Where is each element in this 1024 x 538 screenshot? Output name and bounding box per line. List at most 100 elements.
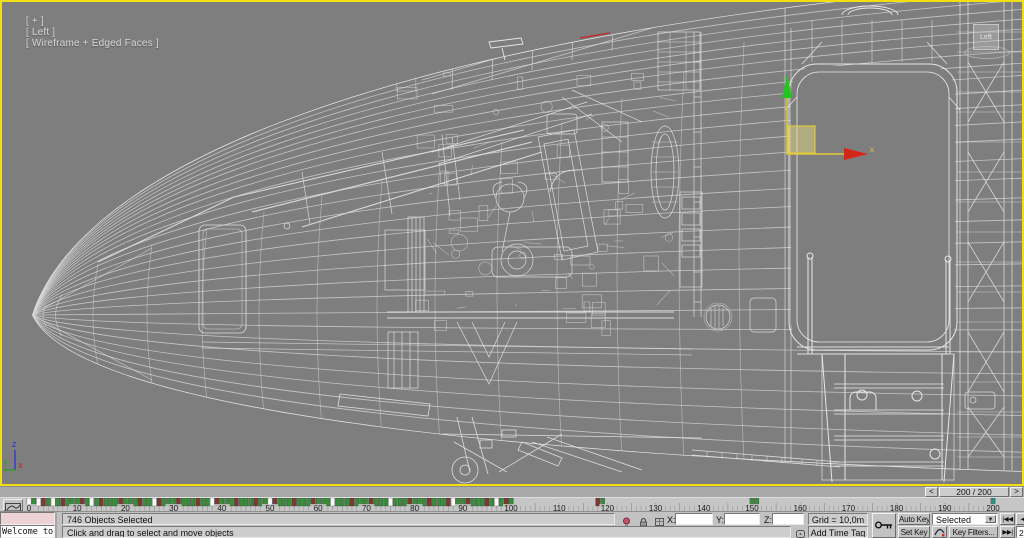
z-coord-input[interactable] (772, 513, 804, 525)
track-bar-key[interactable] (191, 498, 195, 506)
viewport-shading-menu[interactable]: [ Wireframe + Edged Faces ] (26, 38, 159, 49)
track-bar-key[interactable] (345, 498, 349, 506)
track-bar-key[interactable] (388, 498, 392, 506)
time-slider-prev-button[interactable]: < (925, 487, 938, 497)
viewport-general-menu[interactable]: [ + ] (26, 16, 44, 27)
track-bar-key[interactable] (437, 498, 441, 506)
viewcube-face[interactable]: Left (973, 24, 999, 50)
track-bar-key[interactable] (94, 498, 98, 506)
track-bar-key[interactable] (181, 498, 185, 506)
track-bar-key[interactable] (475, 498, 479, 506)
track-bar-key[interactable] (384, 498, 388, 506)
track-bar-key[interactable] (152, 498, 156, 506)
track-bar-key[interactable] (374, 498, 378, 506)
track-bar-key[interactable] (244, 498, 248, 506)
default-tangent-button[interactable] (932, 526, 947, 538)
track-bar-key[interactable] (350, 498, 354, 506)
track-bar-key[interactable] (306, 498, 310, 506)
track-bar-key[interactable] (109, 498, 113, 506)
track-bar-key[interactable] (253, 498, 257, 506)
track-bar-key[interactable] (249, 498, 253, 506)
track-bar-key[interactable] (258, 498, 262, 506)
track-bar-key[interactable] (451, 498, 455, 506)
track-bar-key[interactable] (46, 498, 50, 506)
track-bar-key[interactable] (480, 498, 484, 506)
go-to-end-button[interactable]: ▶▶| (1000, 526, 1015, 538)
add-time-tag[interactable]: Add Time Tag (808, 526, 868, 538)
track-bar-key[interactable] (302, 498, 306, 506)
track-bar-key[interactable] (37, 498, 41, 506)
track-bar-key[interactable] (326, 498, 330, 506)
track-bar-key[interactable] (355, 498, 359, 506)
track-bar-key[interactable] (85, 498, 89, 506)
track-bar-key[interactable] (210, 498, 214, 506)
track-bar-key[interactable] (65, 498, 69, 506)
current-frame-field[interactable]: 2 (1016, 526, 1024, 538)
viewcube[interactable]: Left (964, 22, 1010, 64)
track-bar-key[interactable] (292, 498, 296, 506)
track-bar-key[interactable] (393, 498, 397, 506)
track-bar-key[interactable] (499, 498, 503, 506)
time-slider-button[interactable]: 200 / 200 (939, 487, 1009, 497)
track-bar-key[interactable] (335, 498, 339, 506)
track-bar-key[interactable] (157, 498, 161, 506)
track-bar-key[interactable] (485, 498, 489, 506)
track-bar-key[interactable] (147, 498, 151, 506)
chevron-down-icon[interactable]: ▼ (985, 515, 996, 523)
track-bar-key[interactable] (229, 498, 233, 506)
viewport-left[interactable]: xZYX [ + ] [ Left ] [ Wireframe + Edged … (0, 0, 1024, 486)
set-key-button[interactable]: Set Key (898, 526, 930, 538)
go-to-start-button[interactable]: |◀◀ (1000, 513, 1015, 525)
track-bar-key[interactable] (494, 498, 498, 506)
track-bar-key[interactable] (278, 498, 282, 506)
y-coord-input[interactable] (724, 513, 760, 525)
track-bar-key[interactable] (403, 498, 407, 506)
track-bar-key[interactable] (104, 498, 108, 506)
track-bar-key[interactable] (51, 498, 55, 506)
track-bar-key[interactable] (446, 498, 450, 506)
track-bar-key[interactable] (239, 498, 243, 506)
track-bar-key[interactable] (282, 498, 286, 506)
track-bar-key[interactable] (297, 498, 301, 506)
track-bar-key[interactable] (234, 498, 238, 506)
maxscript-mini-listener[interactable]: Welcome to M (0, 512, 57, 538)
track-bar-key[interactable] (331, 498, 335, 506)
selection-set-dropdown[interactable]: Selected ▼ (932, 513, 998, 525)
set-key-mode-button[interactable] (872, 513, 896, 538)
listener-pane[interactable]: Welcome to M (0, 525, 55, 538)
selection-lock-button[interactable] (636, 514, 650, 526)
track-bar-key[interactable] (427, 498, 431, 506)
track-bar-key[interactable] (379, 498, 383, 506)
track-bar-key[interactable] (162, 498, 166, 506)
track-bar-key[interactable] (432, 498, 436, 506)
track-bar-key[interactable] (41, 498, 45, 506)
track-bar-key[interactable] (490, 498, 494, 506)
track-bar-key[interactable] (61, 498, 65, 506)
previous-frame-button[interactable]: ◀| (1016, 513, 1024, 525)
viewport-pov-menu[interactable]: [ Left ] (26, 27, 55, 38)
track-bar-key[interactable] (56, 498, 60, 506)
track-bar-key[interactable] (196, 498, 200, 506)
track-bar-key[interactable] (398, 498, 402, 506)
track-bar-key[interactable] (596, 498, 600, 506)
track-bar-key[interactable] (441, 498, 445, 506)
track-bar-key[interactable] (200, 498, 204, 506)
track-bar-key[interactable] (138, 498, 142, 506)
track-bar-key[interactable] (470, 498, 474, 506)
gizmo-y-axis-arrow[interactable] (782, 74, 792, 98)
track-bar-key[interactable] (99, 498, 103, 506)
key-filters-button[interactable]: Key Filters... (949, 526, 998, 538)
auto-key-button[interactable]: Auto Key (898, 513, 930, 525)
track-bar-key[interactable] (143, 498, 147, 506)
absolute-offset-mode-button[interactable] (652, 514, 666, 526)
track-bar-key[interactable] (287, 498, 291, 506)
open-mini-curve-editor-button[interactable] (3, 499, 23, 511)
time-tag-icon[interactable] (794, 526, 807, 538)
track-bar-key[interactable] (340, 498, 344, 506)
track-bar-key[interactable] (186, 498, 190, 506)
track-bar-ruler[interactable]: 0102030405060708090100110120130140150160… (26, 498, 1022, 512)
macro-recorder-pane[interactable] (0, 512, 55, 525)
gizmo-xy-plane-handle[interactable] (788, 126, 815, 153)
track-bar-key[interactable] (114, 498, 118, 506)
track-bar-key[interactable] (133, 498, 137, 506)
